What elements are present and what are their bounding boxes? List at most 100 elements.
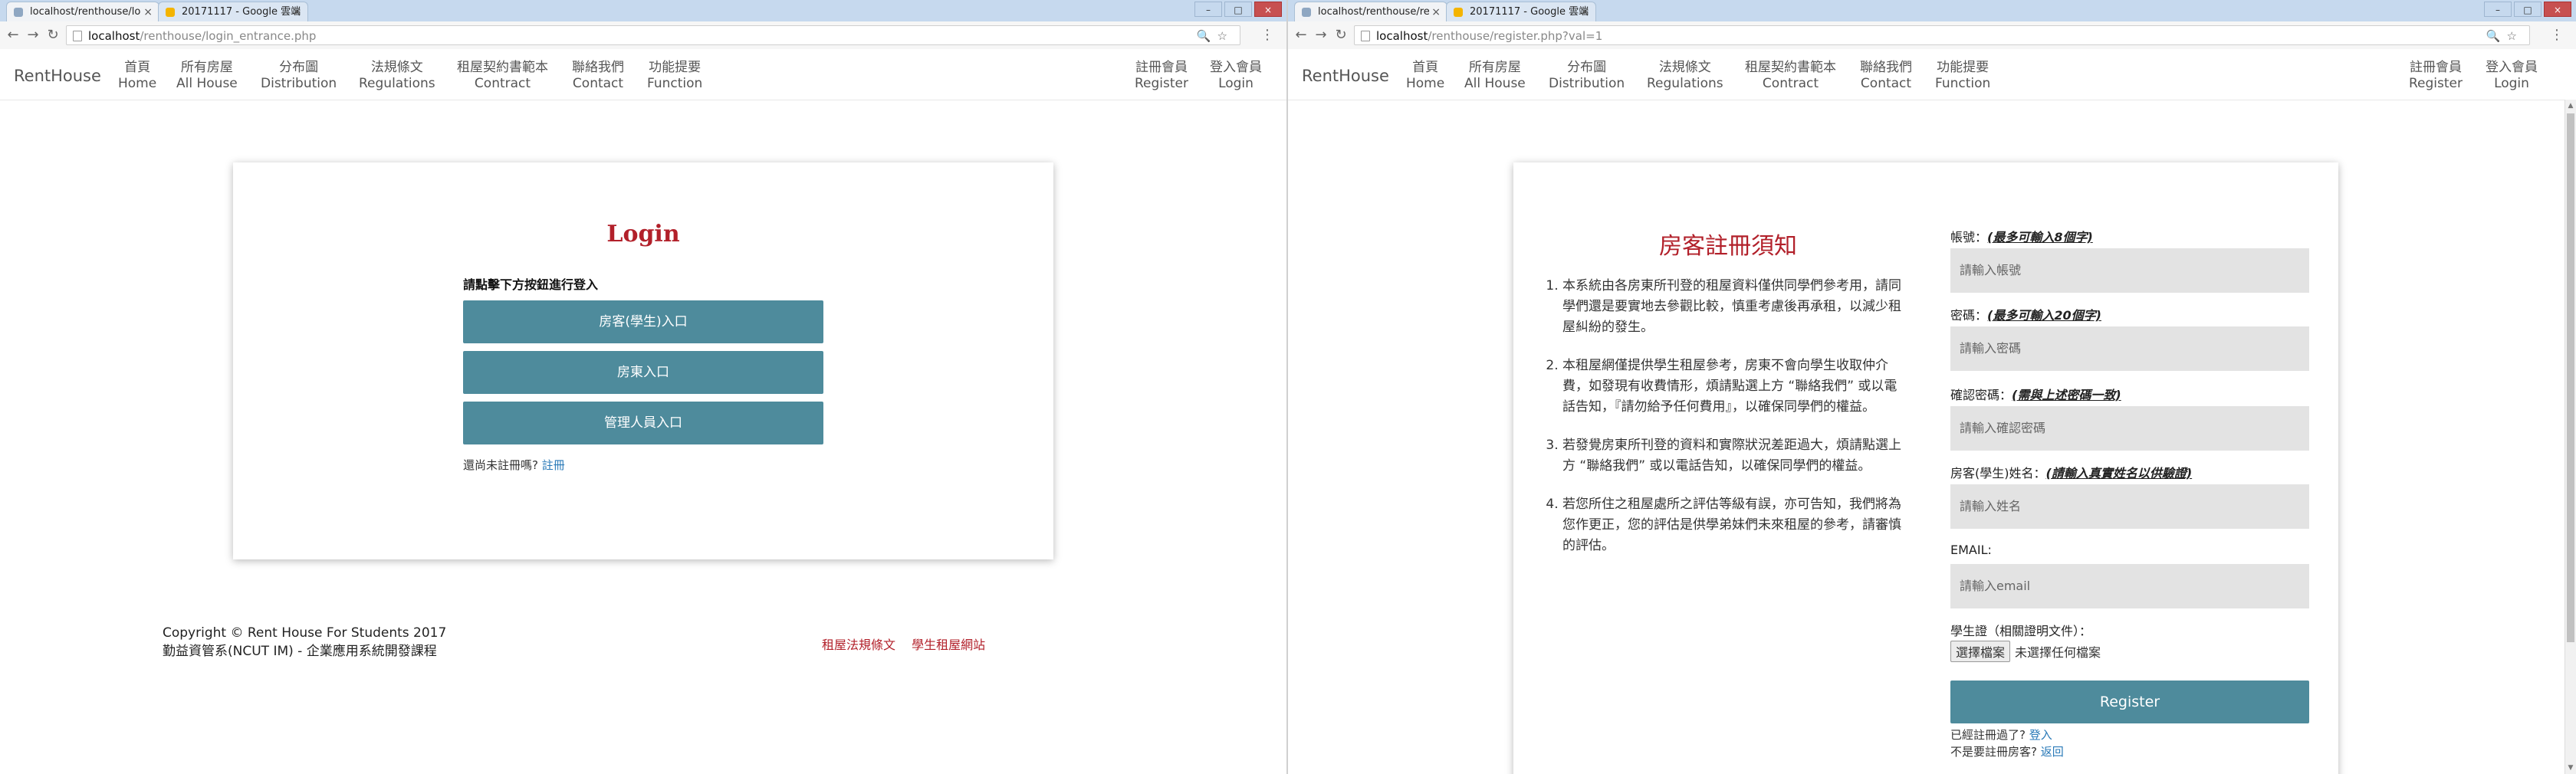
page-info-icon bbox=[1361, 31, 1370, 41]
not-tenant-text: 不是要註冊房客? 返回 bbox=[1950, 745, 2064, 759]
close-window-icon[interactable]: × bbox=[1254, 2, 1282, 17]
address-bar-row: ← → ↻ localhost/renthouse/register.php?v… bbox=[1288, 21, 2576, 50]
nav-register[interactable]: 註冊會員 Register bbox=[2409, 60, 2463, 92]
reload-icon[interactable]: ↻ bbox=[44, 27, 61, 44]
url-input[interactable]: localhost/renthouse/login_entrance.php 🔍… bbox=[66, 25, 1240, 45]
nav-contract[interactable]: 租屋契約書範本 Contract bbox=[457, 60, 548, 92]
scroll-down-icon[interactable]: ▼ bbox=[2565, 762, 2576, 774]
no-account-text: 還尚未註冊嗎? 註冊 bbox=[463, 458, 565, 472]
tenant-student-entry-button[interactable]: 房客(學生)入口 bbox=[463, 300, 823, 343]
maximize-icon[interactable]: □ bbox=[1224, 2, 1252, 17]
confirm-password-label: 確認密碼：(需與上述密碼一致) bbox=[1950, 388, 2121, 402]
window-controls: – □ × bbox=[2484, 2, 2571, 17]
window-controls: – □ × bbox=[1194, 2, 1282, 17]
forward-arrow-icon[interactable]: → bbox=[25, 27, 41, 44]
reload-icon[interactable]: ↻ bbox=[1332, 27, 1349, 44]
nav-contact[interactable]: 聯絡我們 Contact bbox=[1860, 60, 1912, 92]
minimize-icon[interactable]: – bbox=[1194, 2, 1222, 17]
nav-login[interactable]: 登入會員 Login bbox=[1210, 60, 1262, 92]
url-input[interactable]: localhost/renthouse/register.php?val=1 🔍… bbox=[1354, 25, 2530, 45]
page-info-icon bbox=[73, 31, 82, 41]
browser-window-register: localhost/renthouse/re × 20171117 - Goog… bbox=[1288, 0, 2576, 774]
nav-all-house[interactable]: 所有房屋 All House bbox=[1464, 60, 1526, 92]
notice-list: 本系統由各房東所刊登的租屋資料僅供同學們參考用，請同學們還是要實地去參觀比較，慎… bbox=[1544, 276, 1907, 574]
nav-contact[interactable]: 聯絡我們 Contact bbox=[572, 60, 624, 92]
already-registered-text: 已經註冊過了? 登入 bbox=[1950, 728, 2052, 742]
footer-link-student-rental[interactable]: 學生租屋網站 bbox=[912, 638, 985, 652]
footer-links: 租屋法規條文 學生租屋網站 bbox=[822, 635, 997, 653]
landlord-entry-button[interactable]: 房東入口 bbox=[463, 351, 823, 394]
confirm-password-input[interactable]: 請輸入確認密碼 bbox=[1950, 406, 2309, 451]
scroll-up-icon[interactable]: ▲ bbox=[2565, 100, 2576, 112]
tab-strip: localhost/renthouse/lo × 20171117 - Goog… bbox=[0, 0, 1286, 22]
nav-register[interactable]: 註冊會員 Register bbox=[1135, 60, 1188, 92]
choose-file-button[interactable]: 選擇檔案 bbox=[1950, 641, 2011, 662]
browser-menu-icon[interactable]: ⋮ bbox=[1260, 27, 1274, 43]
minimize-icon[interactable]: – bbox=[2484, 2, 2512, 17]
drive-favicon-icon bbox=[1454, 8, 1463, 17]
zoom-star-icons[interactable]: 🔍☆ bbox=[2486, 26, 2523, 46]
account-label: 帳號：(最多可輸入8個字) bbox=[1950, 230, 2093, 244]
site-navbar: RentHouse 首頁 Home 所有房屋 All House 分布圖 Distri… bbox=[1288, 49, 2576, 100]
register-link[interactable]: 註冊 bbox=[542, 458, 565, 472]
brand-logo[interactable]: RentHouse bbox=[14, 67, 101, 85]
page-scrollbar[interactable]: ▲ ▼ bbox=[2564, 100, 2576, 774]
address-bar-row: ← → ↻ localhost/renthouse/login_entrance… bbox=[0, 21, 1286, 50]
site-navbar: RentHouse 首頁 Home 所有房屋 All House 分布圖 Distri… bbox=[0, 49, 1286, 100]
page-favicon-icon bbox=[1302, 8, 1311, 17]
nav-regulations[interactable]: 法規條文 Regulations bbox=[1647, 60, 1723, 92]
notice-item: 本系統由各房東所刊登的租屋資料僅供同學們參考用，請同學們還是要實地去參觀比較，慎… bbox=[1562, 276, 1907, 338]
back-arrow-icon[interactable]: ← bbox=[1293, 27, 1309, 44]
tab-close-icon[interactable]: × bbox=[292, 2, 301, 21]
close-window-icon[interactable]: × bbox=[2544, 2, 2571, 17]
zoom-star-icons[interactable]: 🔍☆ bbox=[1197, 26, 1234, 46]
nav-distribution[interactable]: 分布圖 Distribution bbox=[1549, 60, 1625, 92]
register-button[interactable]: Register bbox=[1950, 681, 2309, 723]
footer-copyright: Copyright © Rent House For Students 2017… bbox=[163, 625, 447, 659]
tab-google-drive[interactable]: 20171117 - Google 雲端 × bbox=[158, 2, 308, 21]
browser-menu-icon[interactable]: ⋮ bbox=[2550, 27, 2564, 43]
footer-link-regulations[interactable]: 租屋法規條文 bbox=[822, 638, 895, 652]
nav-regulations[interactable]: 法規條文 Regulations bbox=[359, 60, 435, 92]
tab-close-icon[interactable]: × bbox=[1431, 2, 1441, 21]
tab-close-icon[interactable]: × bbox=[1580, 2, 1589, 21]
login-card: Login 請點擊下方按鈕進行登入 房客(學生)入口 房東入口 管理人員入口 還… bbox=[233, 162, 1053, 559]
notice-item: 若發覺房東所刊登的資料和實際狀況差距過大，煩請點選上方 “聯絡我們” 或以電話告… bbox=[1562, 435, 1907, 477]
password-input[interactable]: 請輸入密碼 bbox=[1950, 326, 2309, 371]
page-favicon-icon bbox=[14, 8, 23, 17]
browser-window-login: localhost/renthouse/lo × 20171117 - Goog… bbox=[0, 0, 1288, 774]
tab-google-drive[interactable]: 20171117 - Google 雲端 × bbox=[1446, 2, 1596, 21]
login-prompt: 請點擊下方按鈕進行登入 bbox=[463, 277, 599, 292]
nav-function[interactable]: 功能提要 Function bbox=[647, 60, 702, 92]
nav-home[interactable]: 首頁 Home bbox=[118, 60, 156, 92]
back-link[interactable]: 返回 bbox=[2041, 745, 2064, 759]
register-card: 房客註冊須知 本系統由各房東所刊登的租屋資料僅供同學們參考用，請同學們還是要實地… bbox=[1513, 162, 2338, 774]
brand-logo[interactable]: RentHouse bbox=[1302, 67, 1389, 85]
nav-all-house[interactable]: 所有房屋 All House bbox=[176, 60, 238, 92]
nav-home[interactable]: 首頁 Home bbox=[1406, 60, 1444, 92]
admin-entry-button[interactable]: 管理人員入口 bbox=[463, 402, 823, 444]
tab-strip: localhost/renthouse/re × 20171117 - Goog… bbox=[1288, 0, 2576, 22]
account-input[interactable]: 請輸入帳號 bbox=[1950, 248, 2309, 293]
nav-login[interactable]: 登入會員 Login bbox=[2486, 60, 2538, 92]
nav-function[interactable]: 功能提要 Function bbox=[1935, 60, 1990, 92]
tab-close-icon[interactable]: × bbox=[143, 2, 153, 21]
notice-item: 本租屋網僅提供學生租屋參考，房東不會向學生收取仲介費，如發現有收費情形，煩請點選… bbox=[1562, 356, 1907, 418]
tab-login-entrance[interactable]: localhost/renthouse/lo × bbox=[6, 2, 159, 21]
back-arrow-icon[interactable]: ← bbox=[5, 27, 21, 44]
maximize-icon[interactable]: □ bbox=[2514, 2, 2542, 17]
nav-contract[interactable]: 租屋契約書範本 Contract bbox=[1745, 60, 1836, 92]
scrollbar-thumb[interactable] bbox=[2567, 113, 2574, 642]
drive-favicon-icon bbox=[166, 8, 175, 17]
tab-register[interactable]: localhost/renthouse/re × bbox=[1294, 2, 1447, 21]
email-input[interactable]: 請輸入email bbox=[1950, 564, 2309, 608]
notice-title: 房客註冊須知 bbox=[1659, 233, 1797, 260]
nav-distribution[interactable]: 分布圖 Distribution bbox=[261, 60, 337, 92]
student-id-file-input[interactable]: 選擇檔案 未選擇任何檔案 bbox=[1950, 641, 2101, 662]
login-link[interactable]: 登入 bbox=[2029, 728, 2052, 742]
name-input[interactable]: 請輸入姓名 bbox=[1950, 484, 2309, 529]
forward-arrow-icon[interactable]: → bbox=[1313, 27, 1329, 44]
student-id-label: 學生證（相關證明文件）： bbox=[1950, 624, 2092, 638]
login-title: Login bbox=[606, 221, 680, 248]
password-label: 密碼：(最多可輸入20個字) bbox=[1950, 308, 2101, 323]
